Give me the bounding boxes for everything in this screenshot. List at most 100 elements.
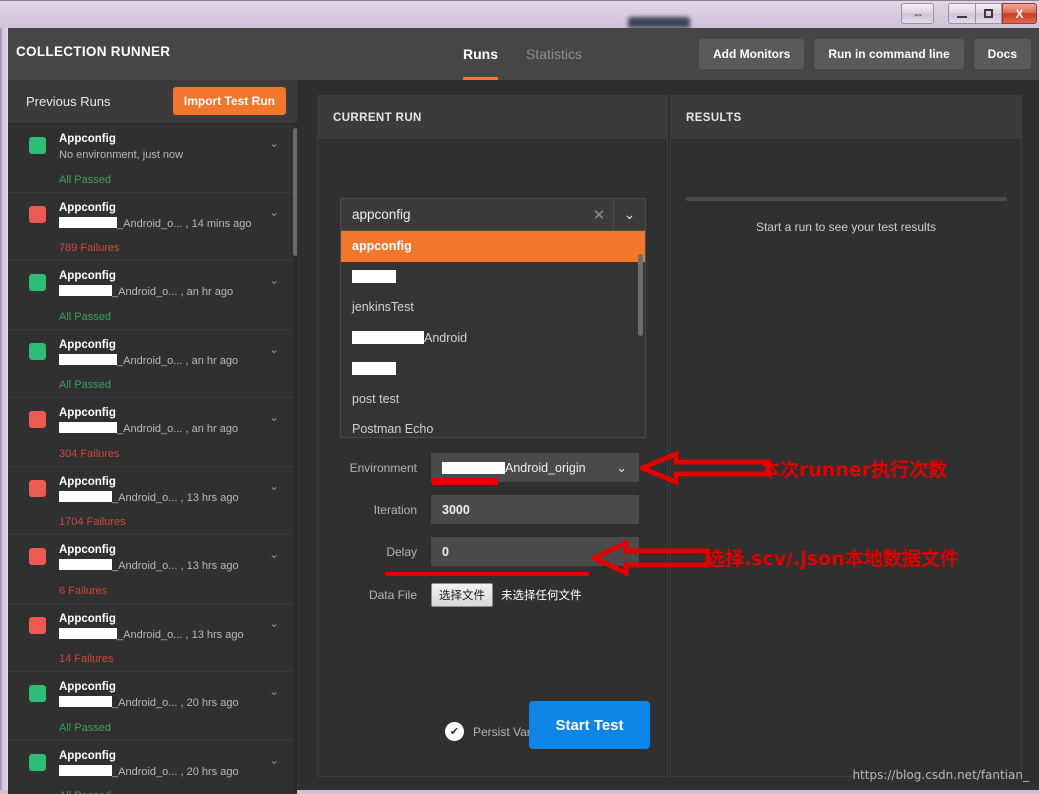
collection-option[interactable]: post test — [341, 384, 645, 415]
chevron-down-icon[interactable]: ⌄ — [613, 199, 645, 230]
restore-window-button[interactable]: ⇔ — [901, 3, 934, 24]
page-title: COLLECTION RUNNER — [16, 44, 171, 59]
run-list-item[interactable]: Appconfig _Android_o... , an hr ago 304 Fa… — [8, 398, 297, 467]
data-file-row: Data File 选择文件 未选择任何文件 — [318, 580, 667, 609]
delay-label: Delay — [386, 544, 417, 559]
run-status-indicator — [29, 137, 46, 154]
run-list-item[interactable]: Appconfig _Android_o... , 14 mins ago 789 … — [8, 193, 297, 261]
blurred-browser-tab — [628, 17, 690, 28]
run-status-indicator — [29, 753, 46, 771]
run-list-item[interactable]: Appconfig _Android_o... , 13 hrs ago 6 Fai… — [8, 535, 297, 604]
run-list-item[interactable]: Appconfig _Android_o... , 13 hrs ago 14 Fa… — [8, 604, 297, 672]
run-list-item[interactable]: Appconfig_Android_o... , 20 hrs agoAll P… — [8, 672, 297, 741]
run-list-item[interactable]: Appconfig _Android_o... , 20 hrs ago All P… — [8, 741, 297, 794]
maximize-window-button[interactable] — [975, 3, 1002, 24]
chevron-down-icon[interactable]: ⌄ — [269, 547, 279, 561]
redacted-text — [59, 764, 112, 776]
run-status-indicator — [29, 616, 46, 634]
maximize-icon — [984, 9, 993, 18]
chevron-down-icon[interactable]: ⌄ — [616, 460, 627, 476]
collection-select-value[interactable]: appconfig — [341, 207, 585, 222]
data-file-underline-annotation — [385, 572, 589, 576]
chevron-down-icon[interactable]: ⌄ — [269, 136, 279, 150]
iteration-input[interactable]: 3000 — [431, 495, 639, 524]
minimize-window-button[interactable] — [948, 3, 975, 24]
collection-option[interactable]: jenkinsTest — [341, 292, 645, 323]
run-status-indicator — [29, 274, 46, 291]
run-collection-name: Appconfig — [59, 612, 116, 625]
collection-option[interactable]: Postman Echo — [341, 414, 645, 437]
run-meta: _Android_o... , 20 hrs ago — [59, 696, 264, 711]
chevron-down-icon[interactable]: ⌄ — [269, 342, 279, 356]
tab-runs[interactable]: Runs — [463, 28, 498, 80]
results-title: RESULTS — [686, 111, 742, 124]
add-monitors-button[interactable]: Add Monitors — [698, 39, 805, 69]
run-meta-text: _Android_o... , an hr ago — [117, 354, 239, 367]
chevron-down-icon[interactable]: ⌄ — [269, 410, 279, 424]
choose-file-button[interactable]: 选择文件 — [431, 582, 493, 607]
run-status-text: All Passed — [59, 790, 111, 794]
run-in-command-line-button[interactable]: Run in command line — [814, 39, 964, 69]
restore-icon: ⇔ — [912, 6, 924, 21]
tab-statistics[interactable]: Statistics — [526, 28, 582, 80]
menu-scrollbar-thumb[interactable] — [638, 254, 643, 336]
clear-icon[interactable]: ✕ — [585, 206, 613, 224]
run-status-indicator — [29, 205, 46, 223]
sidebar-header: Previous Runs Import Test Run — [8, 80, 297, 124]
collection-option-label: post test — [352, 391, 400, 406]
run-meta: _Android_o... , 13 hrs ago — [59, 559, 264, 574]
current-run-body: appconfig ✕ ⌄ appconfig jenkinsTest Androi… — [318, 140, 667, 778]
collection-option[interactable] — [341, 262, 645, 293]
results-empty-message: Start a run to see your test results — [755, 220, 937, 234]
collection-select-menu[interactable]: appconfig jenkinsTest Android post test Post… — [340, 231, 646, 438]
import-test-run-button[interactable]: Import Test Run — [172, 87, 286, 115]
close-window-button[interactable]: X — [1002, 3, 1037, 24]
data-file-label: Data File — [368, 587, 417, 602]
redacted-text — [59, 285, 112, 296]
current-run-panel: CURRENT RUN appconfig ✕ ⌄ appconfig jenki… — [317, 95, 668, 777]
redacted-text — [59, 353, 117, 365]
run-status-indicator — [29, 411, 46, 428]
tab-runs-label: Runs — [463, 46, 498, 62]
run-status-indicator — [29, 479, 46, 497]
run-meta: _Android_o... , 20 hrs ago — [59, 764, 264, 780]
app-header: COLLECTION RUNNER Runs Statistics Add Mo… — [8, 28, 1039, 80]
run-meta: _Android_o... , 13 hrs ago — [59, 490, 264, 506]
chevron-down-icon[interactable]: ⌄ — [269, 616, 279, 630]
previous-runs-list[interactable]: Appconfig No environment, just now All Pas… — [8, 124, 297, 794]
collection-option-label: appconfig — [352, 239, 412, 254]
collection-option[interactable] — [341, 353, 645, 384]
collection-option[interactable]: appconfig — [341, 231, 645, 262]
run-list-item[interactable]: Appconfig No environment, just now All Pas… — [8, 124, 297, 193]
header-tabs: Runs Statistics — [463, 28, 582, 80]
run-collection-name: Appconfig — [59, 749, 116, 762]
chevron-down-icon[interactable]: ⌄ — [269, 273, 279, 287]
application-window: ⇔ X COLLECTION RUNNER Runs Statistics Ad… — [0, 0, 1039, 794]
run-meta-text: _Android_o... , 14 mins ago — [117, 217, 252, 230]
sidebar-scrollbar-thumb[interactable] — [293, 128, 297, 256]
collection-option-label: jenkinsTest — [352, 300, 414, 315]
watermark: https://blog.csdn.net/fantian_ — [852, 768, 1029, 782]
chevron-down-icon[interactable]: ⌄ — [269, 479, 279, 493]
start-test-button[interactable]: Start Test — [529, 701, 650, 749]
minimize-icon — [957, 15, 967, 18]
run-list-item[interactable]: Appconfig _Android_o... , an hr ago All Pa… — [8, 261, 297, 330]
collection-option[interactable]: Android — [341, 323, 645, 354]
run-status-text: All Passed — [59, 173, 111, 186]
run-meta: _Android_o... , an hr ago — [59, 422, 264, 437]
chevron-down-icon[interactable]: ⌄ — [269, 684, 279, 698]
collection-option-label: Postman Echo — [352, 422, 434, 437]
run-list-item[interactable]: Appconfig _Android_o... , 13 hrs ago 1704 … — [8, 467, 297, 535]
results-header: RESULTS — [671, 96, 1021, 140]
run-meta-text: _Android_o... , 20 hrs ago — [112, 765, 239, 778]
run-status-text: 304 Failures — [59, 447, 120, 460]
run-collection-name: Appconfig — [59, 681, 116, 693]
close-icon: X — [1015, 6, 1024, 21]
run-status-indicator — [29, 548, 46, 565]
sidebar-title: Previous Runs — [26, 94, 111, 109]
collection-select[interactable]: appconfig ✕ ⌄ — [340, 198, 646, 231]
chevron-down-icon[interactable]: ⌄ — [269, 205, 279, 219]
chevron-down-icon[interactable]: ⌄ — [269, 753, 279, 767]
docs-button[interactable]: Docs — [973, 39, 1031, 69]
run-list-item[interactable]: Appconfig _Android_o... , an hr ago All Pa… — [8, 330, 297, 398]
